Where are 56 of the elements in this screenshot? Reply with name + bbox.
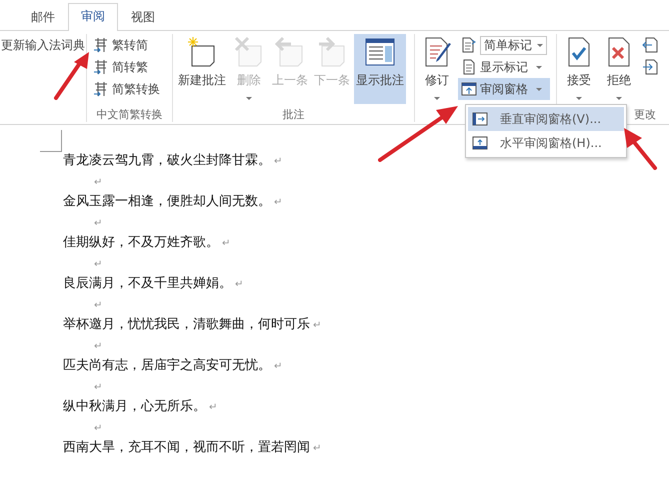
ribbon-button[interactable]: 新建批注 xyxy=(176,34,228,104)
caret-icon xyxy=(537,44,543,46)
ribbon-button[interactable]: 审阅窗格 xyxy=(458,78,550,100)
ribbon-button[interactable]: 简转繁 xyxy=(90,56,163,78)
caret-icon xyxy=(246,97,252,100)
paragraph-text: 西南大旱，充耳不闻，视而不听，置若罔闻↵ xyxy=(63,440,322,455)
document-right-arrow-icon xyxy=(642,59,658,75)
paragraph-text: ↵ xyxy=(93,380,102,394)
paragraph-text: ↵ xyxy=(93,258,102,270)
pane-icon xyxy=(461,81,477,97)
paragraph-text: 纵中秋满月，心无所乐。↵ xyxy=(63,399,218,414)
horizontal-pane-icon xyxy=(472,135,488,151)
document-left-arrow-icon xyxy=(642,37,658,53)
ribbon-button[interactable]: 修订 xyxy=(418,34,456,104)
character-convert-icon xyxy=(93,59,109,75)
ribbon-button[interactable]: 显示批注 xyxy=(354,34,406,104)
paragraph-text: ↵ xyxy=(93,340,102,352)
menu-item[interactable]: 垂直审阅窗格(V)... xyxy=(468,107,624,131)
ribbon-button[interactable]: 更新输入法词典 xyxy=(0,34,88,56)
paragraph-text: ↵ xyxy=(93,422,102,434)
annotation-arrow xyxy=(622,126,658,170)
paragraph-text: ↵ xyxy=(93,216,102,230)
document-icon xyxy=(461,59,477,75)
paragraph-text: 匹夫尚有志，居庙宇之高安可无忧。↵ xyxy=(63,358,282,373)
ribbon-tab[interactable]: 审阅 xyxy=(68,3,118,31)
ribbon-button[interactable]: 接受 xyxy=(560,34,598,104)
menu-item[interactable]: 水平审阅窗格(H)... xyxy=(468,131,624,155)
paragraph-text: ↵ xyxy=(93,176,102,188)
annotation-arrow xyxy=(52,52,92,100)
ribbon-button[interactable]: 简繁转换 xyxy=(90,78,163,100)
caret-icon xyxy=(616,97,622,100)
ribbon-tab[interactable]: 视图 xyxy=(118,4,168,31)
character-convert-icon xyxy=(93,37,109,53)
group-label: 批注 xyxy=(282,108,304,121)
group-label: 中文简繁转换 xyxy=(96,108,162,121)
caret-icon xyxy=(536,88,542,90)
caret-icon xyxy=(536,66,542,68)
paragraph-text: 举杯邀月，忧忧我民，清歌舞曲，何时可乐↵ xyxy=(63,317,322,332)
show-notes-icon xyxy=(364,36,396,68)
ribbon-button[interactable]: 拒绝 xyxy=(600,34,638,104)
caret-icon xyxy=(434,97,440,100)
group-label: 更改 xyxy=(634,108,656,121)
caret-icon xyxy=(576,97,582,100)
character-convert-icon xyxy=(93,81,109,97)
paragraph-text: 良辰满月，不及千里共婵娟。↵ xyxy=(63,276,244,291)
paragraph-text: 青龙凌云驾九霄，破火尘封降甘霖。↵ xyxy=(63,153,282,168)
margin-corner-mark xyxy=(40,130,62,152)
ribbon-tab[interactable]: 邮件 xyxy=(18,4,68,31)
ribbon-button[interactable]: 繁转简 xyxy=(90,34,163,56)
paragraph-text: 金风玉露一相逢，便胜却人间无数。↵ xyxy=(63,194,282,209)
markup-dropdown[interactable]: 简单标记 xyxy=(480,36,547,54)
document-arrows-icon xyxy=(461,37,477,53)
paragraph-text: ↵ xyxy=(93,298,102,312)
paragraph-text: 佳期纵好，不及万姓齐歌。↵ xyxy=(63,235,230,250)
ribbon-button[interactable]: 显示标记 xyxy=(458,56,550,78)
vertical-pane-icon xyxy=(472,111,488,127)
